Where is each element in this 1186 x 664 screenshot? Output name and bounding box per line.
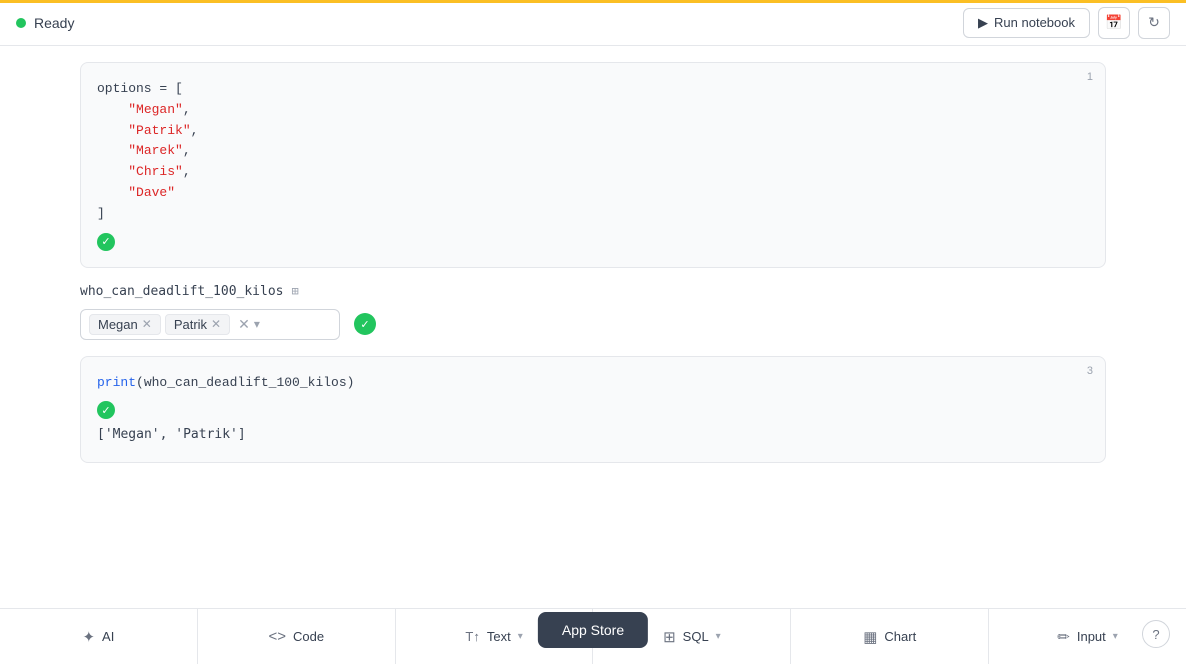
top-bar: Ready ▶ Run notebook 📅 ↻ — [0, 0, 1186, 46]
confirm-selection-button[interactable]: ✓ — [354, 313, 376, 335]
code-cell-1: 1 options = [ "Megan", "Patrik", "Marek"… — [80, 62, 1106, 268]
ai-icon: ✦ — [82, 628, 95, 646]
tag-patrik[interactable]: Patrik ✕ — [165, 314, 230, 335]
output-cell-3: 3 print(who_can_deadlift_100_kilos) ✓ ['… — [80, 356, 1106, 464]
toolbar-input-label: Input — [1077, 629, 1106, 644]
toolbar-item-chart[interactable]: ▦ Chart — [791, 609, 989, 664]
toolbar-ai-label: AI — [102, 629, 114, 644]
main-content: 1 options = [ "Megan", "Patrik", "Marek"… — [0, 46, 1186, 479]
calendar-icon: 📅 — [1105, 14, 1122, 31]
tag-megan[interactable]: Megan ✕ — [89, 314, 161, 335]
status-indicator: Ready — [16, 15, 74, 31]
toolbar-item-ai[interactable]: ✦ AI — [0, 609, 198, 664]
cell-1-status: ✓ — [97, 233, 1089, 251]
status-dot — [16, 18, 26, 28]
sql-icon: ⊞ — [663, 628, 676, 646]
tag-megan-label: Megan — [98, 317, 138, 332]
chart-icon: ▦ — [863, 628, 877, 646]
input-cell-name: who_can_deadlift_100_kilos — [80, 284, 284, 299]
refresh-icon: ↻ — [1148, 14, 1160, 31]
text-dropdown-icon: ▾ — [518, 631, 523, 642]
text-icon: T↑ — [465, 629, 479, 644]
toolbar-code-label: Code — [293, 629, 324, 644]
refresh-button[interactable]: ↻ — [1138, 7, 1170, 39]
cell-number-1: 1 — [1087, 71, 1093, 83]
run-notebook-button[interactable]: ▶ Run notebook — [963, 8, 1090, 38]
clear-tags-button[interactable]: ✕ — [238, 316, 250, 333]
help-button[interactable]: ? — [1142, 620, 1170, 648]
cell-number-3: 3 — [1087, 365, 1093, 377]
code-icon: <> — [268, 628, 286, 645]
cell-3-check-icon: ✓ — [97, 401, 115, 419]
status-label: Ready — [34, 15, 74, 31]
run-notebook-label: Run notebook — [994, 15, 1075, 30]
app-store-button[interactable]: App Store — [538, 612, 648, 648]
calendar-button[interactable]: 📅 — [1098, 7, 1130, 39]
cell-3-output: ['Megan', 'Patrik'] — [97, 425, 1089, 446]
toolbar-sql-label: SQL — [683, 629, 709, 644]
sql-dropdown-icon: ▾ — [716, 631, 721, 642]
toolbar-item-code[interactable]: <> Code — [198, 609, 396, 664]
input-cell: who_can_deadlift_100_kilos ⊞ Megan ✕ Pat… — [80, 284, 1106, 340]
input-icon: ✏ — [1057, 628, 1070, 646]
tag-patrik-remove[interactable]: ✕ — [211, 318, 221, 330]
toolbar-chart-label: Chart — [884, 629, 916, 644]
top-bar-actions: ▶ Run notebook 📅 ↻ — [963, 7, 1170, 39]
help-icon: ? — [1152, 627, 1159, 642]
toolbar-text-label: Text — [487, 629, 511, 644]
dropdown-chevron-icon[interactable]: ▾ — [254, 317, 260, 331]
tag-patrik-label: Patrik — [174, 317, 207, 332]
play-icon: ▶ — [978, 15, 988, 31]
tag-input-controls: ✕ ▾ — [238, 316, 260, 333]
input-cell-label: who_can_deadlift_100_kilos ⊞ — [80, 284, 1106, 299]
code-block-3: print(who_can_deadlift_100_kilos) — [97, 373, 1089, 394]
tag-megan-remove[interactable]: ✕ — [142, 318, 152, 330]
code-block-1: options = [ "Megan", "Patrik", "Marek", … — [97, 79, 1089, 225]
cell-3-status: ✓ — [97, 401, 1089, 419]
filter-icon: ⊞ — [292, 284, 299, 298]
input-dropdown-icon: ▾ — [1113, 631, 1118, 642]
cell-1-check-icon: ✓ — [97, 233, 115, 251]
tag-input-row[interactable]: Megan ✕ Patrik ✕ ✕ ▾ — [80, 309, 340, 340]
